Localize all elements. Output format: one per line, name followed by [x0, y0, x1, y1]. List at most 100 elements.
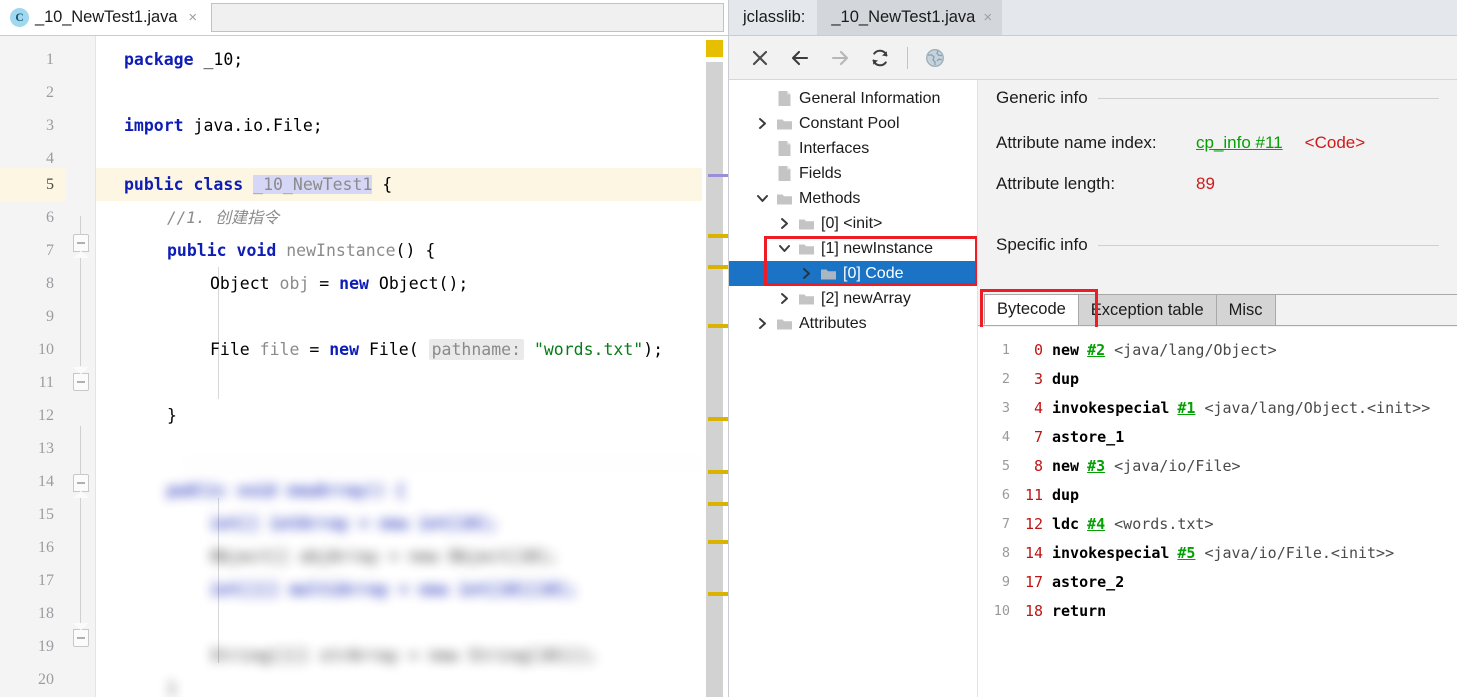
bytecode-row[interactable]: 7 12 ldc #4 <words.txt> — [978, 509, 1457, 538]
editor-tab-label: _10_NewTest1.java — [35, 8, 178, 26]
bytecode-row[interactable]: 3 4 invokespecial #1 <java/lang/Object.<… — [978, 393, 1457, 422]
chevron-right-icon[interactable] — [773, 292, 795, 305]
jclasslib-tab-filler — [1002, 0, 1457, 35]
close-icon[interactable]: × — [188, 10, 197, 25]
tree-node-constant-pool[interactable]: Constant Pool — [729, 111, 977, 136]
bytecode-index: 9 — [1001, 573, 1010, 590]
tab-bytecode[interactable]: Bytecode — [984, 294, 1079, 325]
browse-web-icon[interactable] — [916, 41, 954, 75]
tree-node-method-1-newinstance[interactable]: [1] newInstance — [729, 236, 977, 261]
bytecode-index: 6 — [1001, 486, 1010, 503]
object-ctor-call: Object(); — [368, 274, 469, 293]
tree-node-label: Constant Pool — [799, 114, 900, 132]
close-icon[interactable] — [741, 41, 779, 75]
tree-node-general-information[interactable]: General Information — [729, 86, 977, 111]
chevron-right-icon[interactable] — [751, 117, 773, 130]
method-name-newinstance: newInstance — [286, 241, 396, 260]
constant-pool-ref[interactable]: #4 — [1087, 515, 1105, 533]
tab-exception-table[interactable]: Exception table — [1077, 294, 1217, 325]
class-name-selected: _10_NewTest1 — [253, 175, 373, 194]
line-number: 2 — [46, 84, 54, 101]
jclasslib-toolbar — [729, 36, 1457, 80]
reload-icon[interactable] — [861, 41, 899, 75]
bytecode-row[interactable]: 2 3 dup — [978, 364, 1457, 393]
fold-expand-marker-2[interactable] — [73, 623, 89, 647]
constant-pool-ref[interactable]: #1 — [1177, 399, 1195, 417]
chevron-down-icon[interactable] — [773, 243, 795, 254]
stripe-marker-warning[interactable] — [708, 592, 728, 596]
line-number: 15 — [38, 506, 54, 523]
back-arrow-icon[interactable] — [781, 41, 819, 75]
inspection-status-marker[interactable] — [706, 40, 723, 57]
bytecode-offset: 8 — [1033, 456, 1043, 475]
editor-error-stripe[interactable] — [702, 36, 728, 697]
stripe-marker-warning[interactable] — [708, 470, 728, 474]
line-number: 16 — [38, 539, 54, 556]
bytecode-opcode: dup — [1052, 369, 1080, 388]
bytecode-row[interactable]: 4 7 astore_1 — [978, 422, 1457, 451]
cp-info-link[interactable]: cp_info #11 — [1196, 133, 1283, 153]
bytecode-index: 1 — [1001, 341, 1010, 358]
bytecode-row[interactable]: 9 17 astore_2 — [978, 567, 1457, 596]
stripe-marker-caret[interactable] — [708, 174, 728, 177]
bytecode-listing[interactable]: 1 0 new #2 <java/lang/Object> 2 3 dup 3 … — [978, 327, 1457, 697]
editor-body[interactable]: 1 2 3 4 5 6 7 8 9 10 11 12 13 14 15 16 1… — [0, 36, 728, 697]
fold-collapse-marker[interactable] — [73, 234, 89, 258]
bytecode-descriptor: <java/io/File.<init>> — [1204, 543, 1395, 562]
folder-icon — [795, 292, 817, 306]
bytecode-offset: 4 — [1033, 398, 1043, 417]
var-obj: obj — [279, 274, 310, 293]
bytecode-offset: 11 — [1024, 485, 1043, 504]
constant-pool-ref[interactable]: #3 — [1087, 457, 1105, 475]
stripe-marker-warning[interactable] — [708, 324, 728, 328]
stripe-marker-warning[interactable] — [708, 502, 728, 506]
code-folding-gutter[interactable] — [66, 36, 96, 697]
jclasslib-tab-_10_newtest1-java[interactable]: _10_NewTest1.java × — [817, 0, 1003, 35]
stripe-marker-warning[interactable] — [708, 417, 728, 421]
close-icon[interactable]: × — [983, 9, 992, 26]
tree-node-label: General Information — [799, 89, 941, 107]
constant-pool-ref[interactable]: #2 — [1087, 341, 1105, 359]
file-icon — [773, 165, 795, 182]
bytecode-row[interactable]: 10 18 return — [978, 596, 1457, 625]
import-path: java.io.File; — [183, 116, 323, 135]
bytecode-row[interactable]: 5 8 new #3 <java/io/File> — [978, 451, 1457, 480]
stripe-marker-warning[interactable] — [708, 540, 728, 544]
bytecode-row[interactable]: 8 14 invokespecial #5 <java/io/File.<ini… — [978, 538, 1457, 567]
tab-misc[interactable]: Misc — [1215, 294, 1276, 325]
stripe-marker-warning[interactable] — [708, 265, 728, 269]
folder-icon — [817, 267, 839, 281]
fold-expand-marker[interactable] — [73, 367, 89, 391]
bytecode-row[interactable]: 6 11 dup — [978, 480, 1457, 509]
stripe-marker-warning[interactable] — [708, 234, 728, 238]
chevron-down-icon[interactable] — [751, 193, 773, 204]
bytecode-opcode: astore_1 — [1052, 427, 1125, 446]
fold-region-line — [80, 426, 81, 626]
tree-node-attributes[interactable]: Attributes — [729, 311, 977, 336]
editor-tab-bar: C _10_NewTest1.java × — [0, 0, 728, 36]
tree-node-attribute-0-code[interactable]: [0] Code — [729, 261, 977, 286]
folder-icon — [773, 317, 795, 331]
chevron-right-icon[interactable] — [751, 317, 773, 330]
fold-collapse-marker-2[interactable] — [73, 474, 89, 498]
tree-node-methods[interactable]: Methods — [729, 186, 977, 211]
tree-node-method-0-init[interactable]: [0] <init> — [729, 211, 977, 236]
assign-op: = — [299, 340, 330, 359]
tree-node-fields[interactable]: Fields — [729, 161, 977, 186]
tree-node-interfaces[interactable]: Interfaces — [729, 136, 977, 161]
editor-vertical-scrollbar[interactable] — [706, 62, 728, 697]
code-line-7: public void newInstance() { — [167, 234, 728, 267]
keyword-class: class — [193, 175, 244, 194]
tree-node-method-2-newarray[interactable]: [2] newArray — [729, 286, 977, 311]
constant-pool-ref[interactable]: #5 — [1177, 544, 1195, 562]
chevron-right-icon[interactable] — [795, 267, 817, 280]
chevron-right-icon[interactable] — [773, 217, 795, 230]
bytecode-row[interactable]: 1 0 new #2 <java/lang/Object> — [978, 335, 1457, 364]
code-text-area[interactable]: package _10; import java.io.File; public… — [96, 36, 728, 697]
editor-tab-_10_newtest1-java[interactable]: C _10_NewTest1.java × — [0, 0, 206, 35]
line-number: 1 — [46, 51, 54, 68]
tree-node-label: [0] Code — [843, 264, 904, 282]
keyword-new: new — [329, 340, 360, 359]
class-structure-tree[interactable]: General Information Constant Pool Interf… — [729, 80, 978, 697]
jclasslib-tab-label: _10_NewTest1.java — [831, 8, 976, 26]
